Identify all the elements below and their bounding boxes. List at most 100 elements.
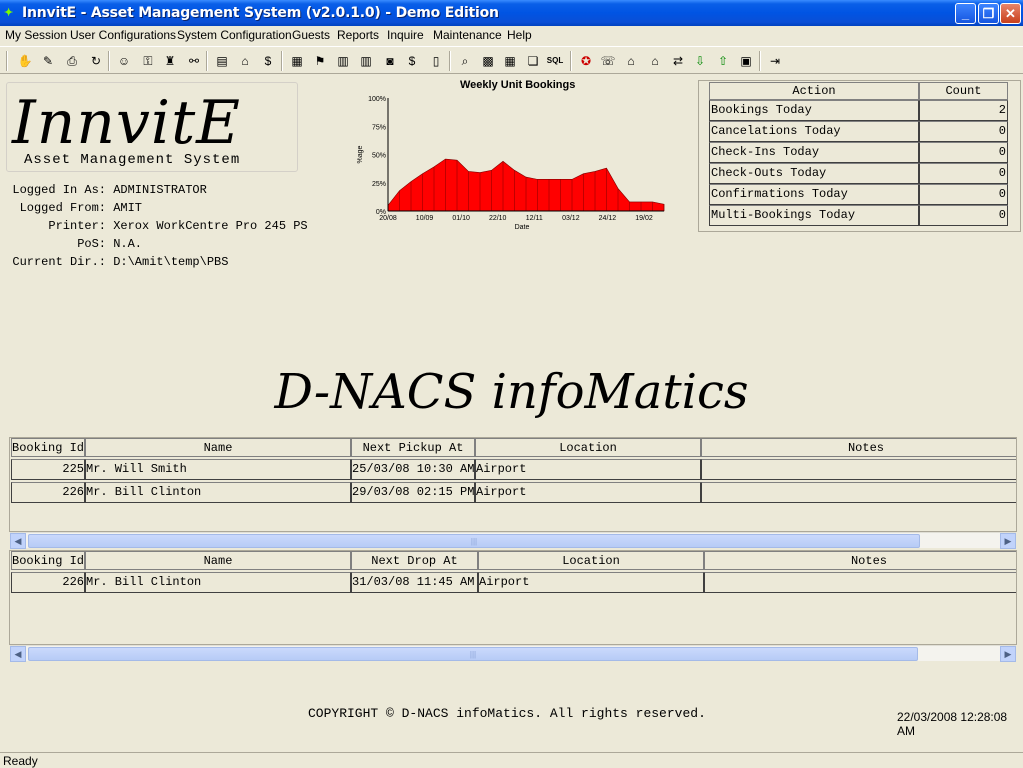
user-search-icon[interactable]: ☺	[114, 51, 134, 71]
book-icon[interactable]: ▤	[212, 51, 232, 71]
open-book-icon[interactable]: ⌂	[235, 51, 255, 71]
pickups-header-0[interactable]: Booking Id	[11, 438, 85, 457]
menu-help[interactable]: Help	[507, 28, 532, 42]
minimize-button[interactable]: _	[955, 3, 976, 24]
toolbar: ✋ ✎ ⎙ ↻ ☺ ⚿ ♜ ⚯ ▤ ⌂ $ ▦ ⚑ ▥ ▥ ◙ $ ▯ ⌕ ▩ …	[0, 46, 1023, 74]
drops-cell[interactable]: Airport	[478, 572, 704, 593]
scroll-thumb[interactable]	[28, 647, 918, 661]
weekly-bookings-chart: 0%25%50%75%100%20/08 10/09 01/10 22/10 12/11…	[357, 96, 665, 231]
menu-reports[interactable]: Reports	[337, 28, 379, 42]
drops-cell[interactable]: 226	[11, 572, 85, 593]
money-bag-icon[interactable]: $	[258, 51, 278, 71]
runner-icon[interactable]: ⚑	[310, 51, 330, 71]
stamp-icon[interactable]: ◙	[380, 51, 400, 71]
toolbar-separator	[570, 51, 572, 71]
action-count-cell[interactable]: 0	[919, 142, 1008, 163]
transfer-icon[interactable]: ⇄	[668, 51, 688, 71]
drops-header-2[interactable]: Next Drop At	[351, 551, 478, 570]
sql-icon[interactable]: SQL	[545, 51, 565, 71]
pickups-cell[interactable]: 25/03/08 10:30 AM	[351, 459, 475, 480]
pickups-cell[interactable]: Airport	[475, 482, 701, 503]
action-header-0[interactable]: Action	[709, 82, 919, 100]
printer-label: Printer:	[48, 219, 106, 233]
restore-button[interactable]: ❐	[978, 3, 999, 24]
download-icon[interactable]: ⇩	[690, 51, 710, 71]
search-icon[interactable]: ⌕	[455, 51, 475, 71]
pickups-header-2[interactable]: Next Pickup At	[351, 438, 475, 457]
save-icon[interactable]: ▣	[736, 51, 756, 71]
pickups-cell[interactable]: Mr. Bill Clinton	[85, 482, 351, 503]
drop-table: Booking Id Name Next Drop At Location Notes 2…	[9, 550, 1017, 645]
company-banner: D-NACS infoMatics	[274, 364, 749, 420]
pickups-cell[interactable]: 225	[11, 459, 85, 480]
drops-cell[interactable]	[704, 572, 1016, 593]
table-icon[interactable]: ▦	[287, 51, 307, 71]
pickups-cell[interactable]	[701, 459, 1016, 480]
user-icon[interactable]: ♜	[160, 51, 180, 71]
menu-my-session[interactable]: My Session	[5, 28, 67, 42]
action-name-cell[interactable]: Bookings Today	[709, 100, 919, 121]
exit-icon[interactable]: ⇥	[765, 51, 785, 71]
action-count-cell[interactable]: 0	[919, 121, 1008, 142]
action-name-cell[interactable]: Cancelations Today	[709, 121, 919, 142]
action-name-cell[interactable]: Confirmations Today	[709, 184, 919, 205]
action-header-1[interactable]: Count	[919, 82, 1008, 100]
binoculars-icon[interactable]: ⚯	[184, 51, 204, 71]
document-icon[interactable]: ▯	[426, 51, 446, 71]
action-count-cell[interactable]: 0	[919, 163, 1008, 184]
chart-y-tick-label: 75%	[372, 124, 386, 131]
key-icon[interactable]: ⚿	[138, 51, 158, 71]
scroll-right-icon[interactable]: ▶	[1000, 533, 1016, 549]
edit-check-icon[interactable]: ✎	[38, 51, 58, 71]
close-button[interactable]: ✕	[1000, 3, 1021, 24]
drop-horizontal-scrollbar[interactable]: ◀ ▶	[10, 645, 1016, 662]
action-name-cell[interactable]: Check-Outs Today	[709, 163, 919, 184]
action-name-cell[interactable]: Check-Ins Today	[709, 142, 919, 163]
lifebuoy-icon[interactable]: ✪	[576, 51, 596, 71]
bank-icon[interactable]: ⌂	[621, 51, 641, 71]
scroll-right-icon[interactable]: ▶	[1000, 646, 1016, 662]
pickups-cell[interactable]: Airport	[475, 459, 701, 480]
pickups-header-3[interactable]: Location	[475, 438, 701, 457]
calculator-icon[interactable]: ▩	[478, 51, 498, 71]
dollar-icon[interactable]: $	[402, 51, 422, 71]
menu-system-configuration[interactable]: System Configuration	[177, 28, 292, 42]
drops-header-3[interactable]: Location	[478, 551, 704, 570]
upload-icon[interactable]: ⇧	[713, 51, 733, 71]
house-icon[interactable]: ⌂	[645, 51, 665, 71]
bar-chart-icon[interactable]: ▥	[333, 51, 353, 71]
menu-inquire[interactable]: Inquire	[387, 28, 424, 42]
drops-header-1[interactable]: Name	[85, 551, 351, 570]
drops-cell[interactable]: Mr. Bill Clinton	[85, 572, 351, 593]
action-count-cell[interactable]: 2	[919, 100, 1008, 121]
action-count-cell[interactable]: 0	[919, 205, 1008, 226]
pickup-horizontal-scrollbar[interactable]: ◀ ▶	[10, 532, 1016, 549]
refresh-icon[interactable]: ↻	[86, 51, 106, 71]
action-name-cell[interactable]: Multi-Bookings Today	[709, 205, 919, 226]
scroll-left-icon[interactable]: ◀	[10, 646, 26, 662]
action-count-cell[interactable]: 0	[919, 184, 1008, 205]
scroll-thumb[interactable]	[28, 534, 920, 548]
drops-header-4[interactable]: Notes	[704, 551, 1016, 570]
pickups-cell[interactable]: Mr. Will Smith	[85, 459, 351, 480]
pickups-header-4[interactable]: Notes	[701, 438, 1016, 457]
scroll-left-icon[interactable]: ◀	[10, 533, 26, 549]
bar-chart-2-icon[interactable]: ▥	[356, 51, 376, 71]
menu-guests[interactable]: Guests	[292, 28, 330, 42]
copyright-text: COPYRIGHT © D-NACS infoMatics. All right…	[308, 706, 706, 721]
grid-icon[interactable]: ▦	[500, 51, 520, 71]
menu-user-configurations[interactable]: User Configurations	[70, 28, 176, 42]
copy-icon[interactable]: ❏	[523, 51, 543, 71]
pickups-cell[interactable]	[701, 482, 1016, 503]
drops-cell[interactable]: 31/03/08 11:45 AM	[351, 572, 478, 593]
pickups-header-1[interactable]: Name	[85, 438, 351, 457]
print-icon[interactable]: ⎙	[62, 51, 82, 71]
hand-icon[interactable]: ✋	[15, 51, 35, 71]
chat-icon[interactable]: ☏	[598, 51, 618, 71]
chart-y-tick-label: 100%	[368, 96, 386, 103]
drops-header-0[interactable]: Booking Id	[11, 551, 85, 570]
menu-maintenance[interactable]: Maintenance	[433, 28, 502, 42]
pickups-cell[interactable]: 226	[11, 482, 85, 503]
pickups-cell[interactable]: 29/03/08 02:15 PM	[351, 482, 475, 503]
status-bar: Ready	[0, 752, 1023, 768]
